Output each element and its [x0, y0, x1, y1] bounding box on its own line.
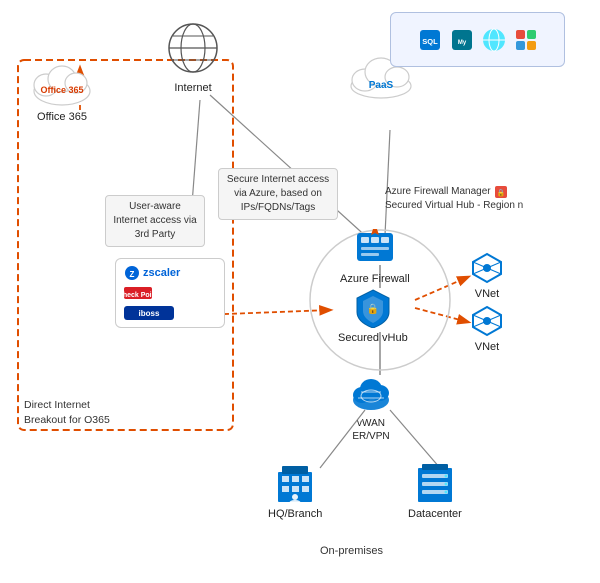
user-aware-label: User-aware Internet access via 3rd Party [105, 195, 205, 247]
hq-branch-node: HQ/Branch [268, 462, 322, 521]
svg-text:🔒: 🔒 [367, 303, 379, 315]
vnet1-node: VNet [468, 252, 506, 301]
on-premises-label: On-premises [320, 545, 383, 557]
azure-firewall-manager-label: Azure Firewall Manager 🔒 Secured Virtual… [385, 185, 523, 213]
vwan-icon [348, 372, 394, 414]
svg-text:Z: Z [130, 270, 135, 279]
internet-node: Internet [163, 18, 223, 95]
vwan-label: vWANER/VPN [352, 417, 389, 443]
svg-text:Office 365: Office 365 [40, 85, 83, 95]
globe-service-icon [480, 26, 508, 54]
office365-node: Office 365 Office 365 [28, 55, 96, 124]
vnet1-label: VNet [475, 287, 499, 301]
datacenter-node: Datacenter [408, 462, 462, 521]
sql-icon: SQL [416, 26, 444, 54]
afm-line2: Secured Virtual Hub - Region n [385, 199, 523, 213]
secured-vhub-node: 🔒 Secured vHub [338, 288, 408, 345]
direct-breakout-label: Direct Internet Breakout for O365 [24, 398, 124, 427]
azure-firewall-label: Azure Firewall [340, 272, 410, 286]
secure-internet-label: Secure Internet accessvia Azure, based o… [218, 168, 338, 220]
secured-vhub-icon: 🔒 [351, 288, 395, 328]
svg-text:My: My [457, 40, 466, 46]
office365-icon: Office 365 [28, 55, 96, 107]
zscaler-logo: Z zscaler [124, 265, 216, 281]
vnet1-icon [468, 252, 506, 284]
vnet2-node: VNet [468, 305, 506, 354]
architecture-diagram: Office 365 Office 365 Internet PaaS SQL [0, 0, 600, 583]
svg-text:iboss: iboss [139, 309, 160, 318]
internet-globe-icon [163, 18, 223, 78]
third-party-box: Z zscaler Check Point iboss [115, 258, 225, 328]
internet-label: Internet [174, 81, 211, 95]
checkpoint-logo: Check Point [124, 285, 216, 301]
zscaler-icon: Z [124, 265, 140, 281]
iboss-icon: iboss [124, 305, 174, 321]
vwan-node: vWANER/VPN [348, 372, 394, 443]
firewall-manager-icon: 🔒 [494, 185, 508, 199]
svg-text:SQL: SQL [422, 37, 438, 46]
hq-branch-label: HQ/Branch [268, 507, 322, 521]
afm-line1: Azure Firewall Manager 🔒 [385, 185, 523, 199]
secured-vhub-label: Secured vHub [338, 331, 408, 345]
datacenter-icon [410, 462, 460, 504]
svg-text:Check Point: Check Point [124, 292, 152, 299]
datacenter-label: Datacenter [408, 507, 462, 521]
office365-label: Office 365 [37, 110, 87, 124]
svg-text:PaaS: PaaS [369, 80, 394, 91]
mysql-icon: My [448, 26, 476, 54]
checkpoint-icon: Check Point [124, 285, 152, 301]
vnet2-icon [468, 305, 506, 337]
azure-firewall-node: Azure Firewall [340, 225, 410, 286]
paas-services-box: SQL My [390, 12, 565, 67]
apps-service-icon [512, 26, 540, 54]
svg-text:🔒: 🔒 [496, 189, 505, 197]
vnet2-label: VNet [475, 340, 499, 354]
iboss-logo: iboss [124, 305, 216, 321]
azure-firewall-icon [351, 225, 399, 269]
hq-branch-icon [270, 462, 320, 504]
